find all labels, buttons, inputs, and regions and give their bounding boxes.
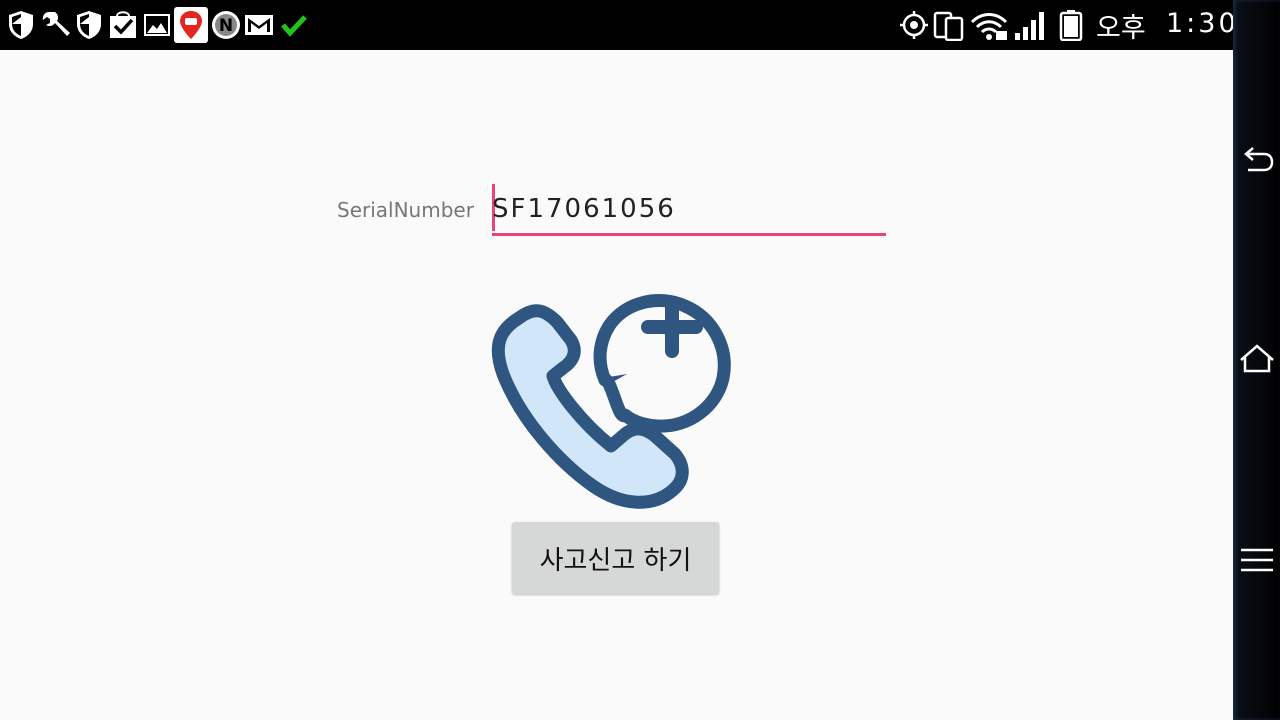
check-icon [281,15,307,37]
status-ampm: 오후 [1096,13,1146,44]
back-icon[interactable] [1237,140,1277,180]
battery-icon [1059,10,1083,41]
phone-call-add-icon [491,294,731,509]
mail-icon [245,15,273,35]
shield-icon [9,11,33,39]
serial-number-input[interactable]: SF17061056 [492,184,886,236]
serial-number-value: SF17061056 [492,194,676,224]
wifi-icon [970,13,1008,40]
n-badge-icon: N [212,11,240,39]
navigation-bar [1233,0,1280,720]
checkbox-bag-icon [110,11,136,38]
report-accident-button[interactable]: 사고신고 하기 [512,522,719,594]
shield-icon [77,11,101,39]
svg-text:N: N [219,16,233,36]
phone-tablet-icon [933,11,964,41]
gallery-icon [144,14,170,36]
home-icon[interactable] [1237,340,1277,380]
wrench-icon [42,12,70,36]
serial-number-label: SerialNumber [337,198,474,222]
car-pin-icon [174,7,208,43]
status-time: 1:30 [1166,8,1239,39]
signal-icon [1015,12,1044,40]
gps-icon [900,11,928,39]
status-bar: N 오후 1:30 [0,0,1236,50]
menu-icon[interactable] [1237,540,1277,580]
